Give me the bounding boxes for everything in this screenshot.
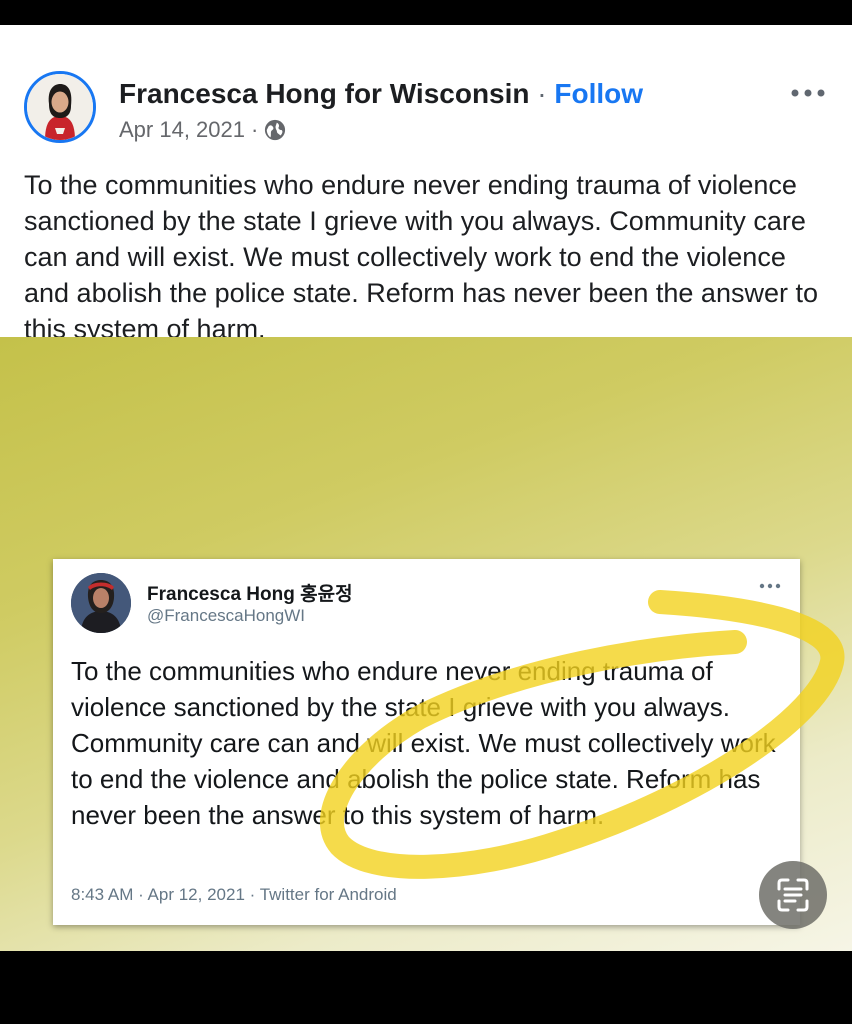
follow-button[interactable]: Follow <box>554 78 643 109</box>
post-image[interactable]: Francesca Hong 홍윤정 @FrancescaHongWI To t… <box>0 337 852 951</box>
page-avatar-image <box>27 74 93 140</box>
post-text: To the communities who endure never endi… <box>24 170 818 344</box>
meta-separator: · <box>250 117 259 142</box>
tweet-text: To the communities who endure never endi… <box>71 656 776 830</box>
tweet-handle: @FrancescaHongWI <box>147 606 306 625</box>
status-bar <box>0 0 852 25</box>
page-name-line: Francesca Hong for Wisconsin · Follow <box>119 78 643 110</box>
globe-icon <box>265 119 286 141</box>
text-scan-icon <box>777 878 809 912</box>
post-date[interactable]: Apr 14, 2021 <box>119 117 245 143</box>
tweet-avatar <box>71 573 131 633</box>
text-scan-button[interactable] <box>759 861 827 929</box>
name-separator: · <box>537 78 547 109</box>
tweet-more-icon <box>759 583 781 589</box>
post-meta: Apr 14, 2021 · <box>119 117 286 143</box>
page-name[interactable]: Francesca Hong for Wisconsin <box>119 78 530 109</box>
tweet-avatar-image <box>71 573 131 633</box>
page-avatar[interactable] <box>24 71 96 143</box>
tweet-timestamp: 8:43 AM · Apr 12, 2021 · Twitter for And… <box>71 885 397 904</box>
bottom-black-bar <box>0 951 852 1024</box>
more-horizontal-icon[interactable] <box>786 81 830 105</box>
tweet-screenshot: Francesca Hong 홍윤정 @FrancescaHongWI To t… <box>53 559 800 925</box>
tweet-author-name: Francesca Hong 홍윤정 <box>147 584 353 605</box>
facebook-post: Francesca Hong for Wisconsin · Follow Ap… <box>0 25 852 344</box>
